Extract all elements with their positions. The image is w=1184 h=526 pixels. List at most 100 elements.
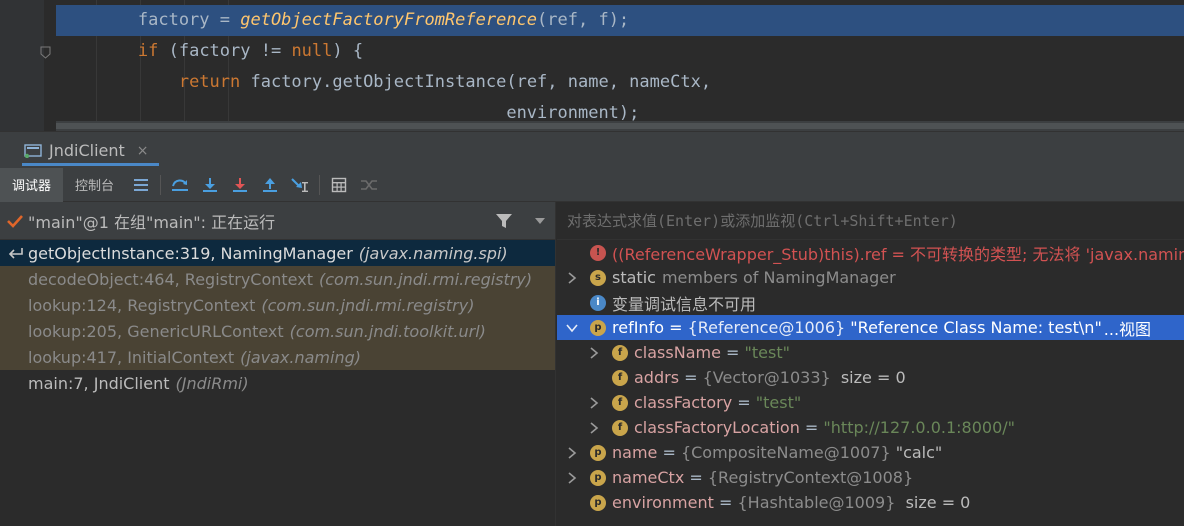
variables-panel: 对表达式求值(Enter)或添加监视(Ctrl+Shift+Enter) ! (… [557, 202, 1184, 526]
fold-marker-icon[interactable] [40, 46, 51, 59]
editor-horizontal-scrollbar[interactable] [56, 121, 1184, 131]
return-arrow-icon [8, 248, 23, 259]
stream-trace-icon [361, 179, 378, 190]
close-icon[interactable]: × [137, 143, 149, 159]
var-type: {Reference@1006} [687, 318, 846, 337]
frame-method: getObjectInstance:319, NamingManager [28, 243, 353, 263]
editor-gutter[interactable] [0, 0, 44, 131]
evaluate-expression-button[interactable] [324, 168, 354, 202]
force-step-into-button[interactable] [225, 168, 255, 202]
thread-label: "main"@1 在组"main": 正在运行 [28, 212, 276, 232]
layout-menu-button[interactable] [126, 168, 156, 202]
chevron-right-icon[interactable] [588, 396, 600, 409]
var-value: "test" [755, 393, 802, 412]
chevron-right-icon[interactable] [566, 271, 578, 284]
parameter-icon: p [590, 469, 606, 486]
var-value: size = 0 [895, 493, 971, 512]
code-keyword: return [178, 72, 241, 92]
tab-console[interactable]: 控制台 [63, 168, 126, 202]
var-type: {RegistryContext@1008} [707, 468, 914, 487]
var-name: name [612, 443, 658, 462]
chevron-right-icon[interactable] [566, 446, 578, 459]
tab-jndiclient[interactable]: JndiClient × [12, 132, 159, 169]
var-row-classname[interactable]: f className = "test" [557, 340, 1184, 365]
code-line[interactable]: if (factory != null) { [56, 36, 1184, 67]
var-equals: = [684, 468, 708, 487]
toolbar-separator [319, 174, 321, 195]
frame-method: lookup:417, InitialContext [28, 347, 235, 367]
var-name: refInfo [612, 318, 664, 337]
code-text: factory.getObjectInstance(ref, name, nam… [240, 72, 712, 92]
var-row-name[interactable]: p name = {CompositeName@1007} "calc" [557, 440, 1184, 465]
evaluate-watch-input[interactable]: 对表达式求值(Enter)或添加监视(Ctrl+Shift+Enter) [557, 202, 1184, 240]
step-into-button[interactable] [195, 168, 225, 202]
step-over-button[interactable] [165, 168, 195, 202]
code-editor[interactable]: factory = getObjectFactoryFromReference(… [0, 0, 1184, 131]
code-text: environment); [56, 103, 640, 123]
code-text: (factory != [158, 41, 292, 61]
static-icon: s [590, 269, 606, 286]
info-icon: i [590, 294, 606, 311]
var-row-classfactorylocation[interactable]: f classFactoryLocation = "http://127.0.0… [557, 415, 1184, 440]
var-row-static[interactable]: s static members of NamingManager [557, 265, 1184, 290]
var-value: size = 0 [830, 368, 906, 387]
step-out-button[interactable] [255, 168, 285, 202]
check-icon [7, 214, 23, 228]
var-equals: = [732, 393, 756, 412]
frame-row-decodeobject[interactable]: decodeObject:464, RegistryContext (com.s… [0, 266, 555, 292]
frame-package: (JndiRmi) [175, 373, 249, 393]
view-link[interactable]: ...视图 [1104, 316, 1151, 340]
var-row-info: i 变量调试信息不可用 [557, 290, 1184, 315]
var-row-addrs[interactable]: f addrs = {Vector@1033} size = 0 [557, 365, 1184, 390]
error-icon: ! [590, 244, 606, 261]
var-equals: = [713, 493, 738, 512]
var-row-namectx[interactable]: p nameCtx = {RegistryContext@1008} [557, 465, 1184, 490]
code-keyword: if [137, 41, 159, 61]
static-label: members of NamingManager [661, 268, 896, 287]
frame-package: (javax.naming) [240, 347, 361, 367]
frame-row-lookup-initialcontext[interactable]: lookup:417, InitialContext (javax.naming… [0, 344, 555, 370]
var-value: "http://127.0.0.1:8000/" [823, 418, 1015, 437]
chevron-right-icon[interactable] [588, 346, 600, 359]
trace-stream-button[interactable] [354, 168, 384, 202]
parameter-icon: p [590, 494, 606, 511]
frame-row-lookup-registry[interactable]: lookup:124, RegistryContext (com.sun.jnd… [0, 292, 555, 318]
var-row-error[interactable]: ! ((ReferenceWrapper_Stub)this).ref = 不可… [557, 240, 1184, 265]
frame-row-lookup-genericurl[interactable]: lookup:205, GenericURLContext (com.sun.j… [0, 318, 555, 344]
code-text: ) { [332, 41, 364, 61]
chevron-right-icon[interactable] [588, 421, 600, 434]
step-out-icon [263, 177, 278, 192]
filter-icon[interactable] [495, 212, 513, 230]
frame-method: decodeObject:464, RegistryContext [28, 269, 313, 289]
code-line-execution-point[interactable]: factory = getObjectFactoryFromReference(… [56, 5, 1184, 36]
chevron-down-icon[interactable] [566, 322, 578, 334]
parameter-icon: p [590, 319, 606, 336]
tab-debugger[interactable]: 调试器 [0, 167, 64, 202]
var-row-refinfo[interactable]: p refInfo = {Reference@1006} "Reference … [557, 315, 1184, 340]
thread-selector[interactable]: "main"@1 在组"main": 正在运行 [0, 202, 555, 240]
debugger-toolbar: 调试器 控制台 [0, 167, 1184, 202]
var-name: classFactoryLocation [634, 418, 800, 437]
var-equals: = [799, 418, 824, 437]
var-name: className [634, 343, 721, 362]
var-equals: = [679, 368, 703, 387]
var-value: "Reference Class Name: test\n" [845, 318, 1102, 337]
tab-label: JndiClient [49, 141, 125, 160]
frame-row-getobjectinstance[interactable]: getObjectInstance:319, NamingManager (ja… [0, 240, 555, 266]
run-to-cursor-button[interactable] [285, 168, 315, 202]
frame-row-main[interactable]: main:7, JndiClient (JndiRmi) [0, 370, 555, 396]
code-method-call: getObjectFactoryFromReference [240, 10, 538, 30]
chevron-down-icon[interactable] [535, 218, 545, 224]
field-icon: f [612, 369, 628, 386]
var-row-environment[interactable]: p environment = {Hashtable@1009} size = … [557, 490, 1184, 515]
code-line[interactable]: return factory.getObjectInstance(ref, na… [56, 67, 1184, 98]
frame-package: (com.sun.jndi.rmi.registry) [318, 269, 533, 289]
var-row-classfactory[interactable]: f classFactory = "test" [557, 390, 1184, 415]
frame-package: (com.sun.jndi.rmi.registry) [261, 295, 475, 315]
chevron-right-icon[interactable] [566, 471, 578, 484]
calculator-icon [331, 177, 347, 192]
hamburger-icon [134, 178, 149, 191]
var-name: environment [612, 493, 714, 512]
scrollbar-thumb[interactable] [56, 123, 1184, 129]
